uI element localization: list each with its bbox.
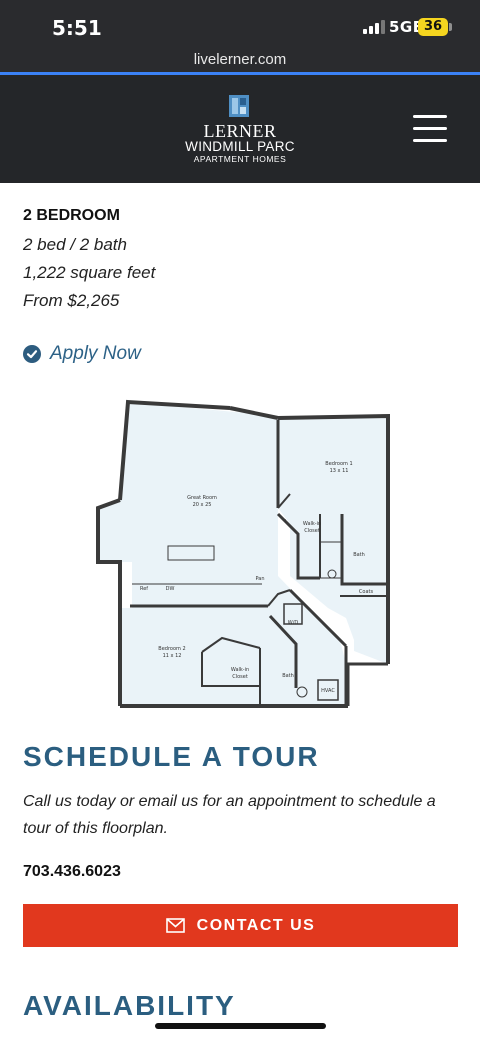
floorplan-image[interactable]: Great Room 20 x 25 Bedroom 1 13 x 11 Bed… [90, 396, 392, 708]
label-bedroom1: Bedroom 1 [325, 461, 352, 467]
home-indicator[interactable] [155, 1023, 326, 1029]
plan-name: 2 BEDROOM [23, 207, 120, 224]
label-great-room: Great Room [187, 495, 217, 501]
plan-beds-baths: 2 bed / 2 bath [23, 235, 127, 254]
battery-tip [449, 23, 452, 31]
plan-price: From $2,265 [23, 291, 120, 310]
cellular-signal-icon [363, 20, 385, 34]
lerner-logo-icon [229, 95, 249, 117]
label-great-room-size: 20 x 25 [193, 502, 212, 508]
label-hvac: HVAC [321, 688, 335, 694]
apply-now-label: Apply Now [50, 343, 141, 364]
label-walk-in-a: Walk-in [303, 521, 321, 527]
label-closet-b: Closet [232, 674, 248, 680]
logo-property: WINDMILL PARC [185, 139, 295, 154]
apply-now-link[interactable]: Apply Now [23, 342, 141, 366]
plan-area: 1,222 square feet [23, 263, 156, 282]
contact-us-button[interactable]: CONTACT US [23, 904, 458, 947]
phone-link[interactable]: 703.436.6023 [23, 863, 121, 881]
label-coats: Coats [359, 589, 374, 595]
label-refrigerator: Ref [140, 586, 148, 592]
mail-icon [165, 918, 185, 933]
hamburger-menu-icon[interactable] [413, 115, 449, 143]
battery-icon: 36 [418, 18, 448, 36]
site-header: LERNER WINDMILL PARC APARTMENT HOMES [0, 75, 480, 183]
label-walk-in-b: Walk-in [231, 667, 249, 673]
contact-us-label: CONTACT US [196, 916, 316, 934]
status-bar: 5:51 5GE 36 [0, 0, 480, 47]
label-bath2: Bath [282, 673, 294, 679]
tour-description: Call us today or email us for an appoint… [23, 793, 436, 837]
status-time: 5:51 [52, 16, 102, 40]
label-bedroom2-size: 11 x 12 [163, 653, 182, 659]
label-bedroom2: Bedroom 2 [158, 646, 185, 652]
logo-tagline: APARTMENT HOMES [193, 154, 287, 164]
label-pantry: Pan [255, 576, 264, 582]
label-closet-a: Closet [304, 528, 320, 534]
schedule-tour-heading: SCHEDULE A TOUR [23, 741, 320, 772]
availability-heading: AVAILABILITY [23, 990, 236, 1021]
check-circle-icon [23, 345, 41, 363]
label-linen: L [285, 519, 288, 525]
label-bath1: Bath [353, 552, 365, 558]
label-washer-dryer: W/D [288, 620, 299, 626]
label-dishwasher: DW [166, 586, 175, 592]
site-logo[interactable]: LERNER WINDMILL PARC APARTMENT HOMES [160, 95, 320, 167]
label-bedroom1-size: 13 x 11 [330, 468, 349, 474]
browser-url-bar[interactable]: livelerner.com [0, 47, 480, 73]
